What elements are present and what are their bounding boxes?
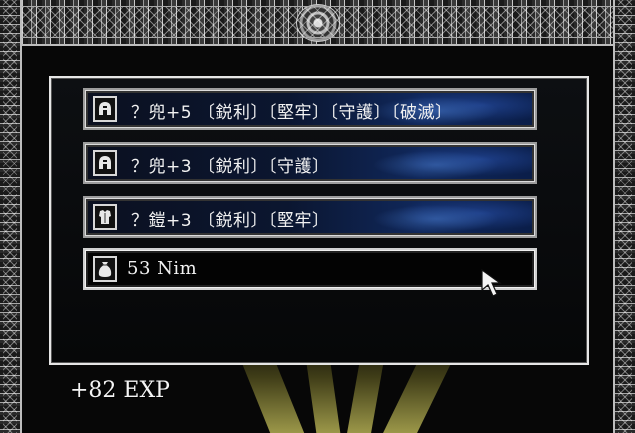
loot-window: ？兜+5 〔鋭利〕〔堅牢〕〔守護〕〔破滅〕 ？兜+3 〔鋭利〕〔守護〕 ？鎧+3… (49, 76, 589, 365)
loot-item-helmet-plus5[interactable]: ？兜+5 〔鋭利〕〔堅牢〕〔守護〕〔破滅〕 (83, 88, 537, 130)
loot-item-label: ？兜+5 〔鋭利〕〔堅牢〕〔守護〕〔破滅〕 (131, 103, 453, 123)
loot-item-label: 53 Nim (127, 258, 198, 279)
money-bag-icon (93, 256, 117, 282)
ornate-frame-left (0, 0, 22, 433)
armor-icon (93, 204, 117, 230)
loot-item-label: ？鎧+3 〔鋭利〕〔堅牢〕 (131, 211, 330, 231)
exp-reward-text: +82 EXP (70, 378, 170, 403)
loot-item-label: ？兜+3 〔鋭利〕〔守護〕 (131, 157, 330, 177)
helmet-icon (93, 96, 117, 122)
game-screen: ？兜+5 〔鋭利〕〔堅牢〕〔守護〕〔破滅〕 ？兜+3 〔鋭利〕〔守護〕 ？鎧+3… (0, 0, 635, 433)
ornate-frame-right (613, 0, 635, 433)
loot-item-helmet-plus3[interactable]: ？兜+3 〔鋭利〕〔守護〕 (83, 142, 537, 184)
loot-item-nim[interactable]: 53 Nim (83, 248, 537, 290)
frame-rosette-ornament (296, 4, 340, 42)
mouse-cursor-icon (481, 268, 502, 297)
ornate-frame-top (0, 0, 635, 46)
loot-item-armor-plus3[interactable]: ？鎧+3 〔鋭利〕〔堅牢〕 (83, 196, 537, 238)
helmet-icon (93, 150, 117, 176)
